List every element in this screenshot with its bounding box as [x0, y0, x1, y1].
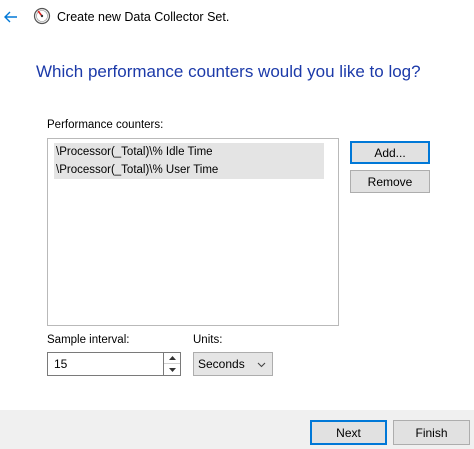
back-arrow-icon [4, 11, 17, 23]
performance-counters-label: Performance counters: [47, 119, 164, 131]
counter-item-user-time[interactable]: \Processor(_Total)\% User Time [54, 161, 324, 179]
caret-up-icon [168, 356, 176, 360]
spin-down-button[interactable] [164, 364, 180, 375]
add-button[interactable]: Add... [350, 141, 430, 164]
chevron-down-icon [257, 362, 266, 368]
finish-button[interactable]: Finish [393, 420, 470, 445]
units-selected-value: Seconds [198, 357, 245, 371]
caret-down-icon [168, 367, 176, 372]
sample-interval-input[interactable] [47, 352, 164, 376]
units-dropdown[interactable]: Seconds [193, 352, 273, 376]
back-button[interactable] [2, 8, 20, 26]
page-heading: Which performance counters would you lik… [36, 62, 421, 81]
counter-item-idle-time[interactable]: \Processor(_Total)\% Idle Time [54, 143, 324, 161]
performance-monitor-gauge-icon [33, 7, 51, 25]
sample-interval-stepper[interactable] [164, 352, 181, 376]
performance-counters-list[interactable]: \Processor(_Total)\% Idle Time \Processo… [47, 138, 339, 326]
remove-button[interactable]: Remove [350, 170, 430, 193]
sample-interval-label: Sample interval: [47, 334, 130, 346]
spin-up-button[interactable] [164, 353, 180, 364]
units-label: Units: [193, 334, 223, 346]
window-title: Create new Data Collector Set. [57, 10, 230, 24]
next-button[interactable]: Next [310, 420, 387, 445]
